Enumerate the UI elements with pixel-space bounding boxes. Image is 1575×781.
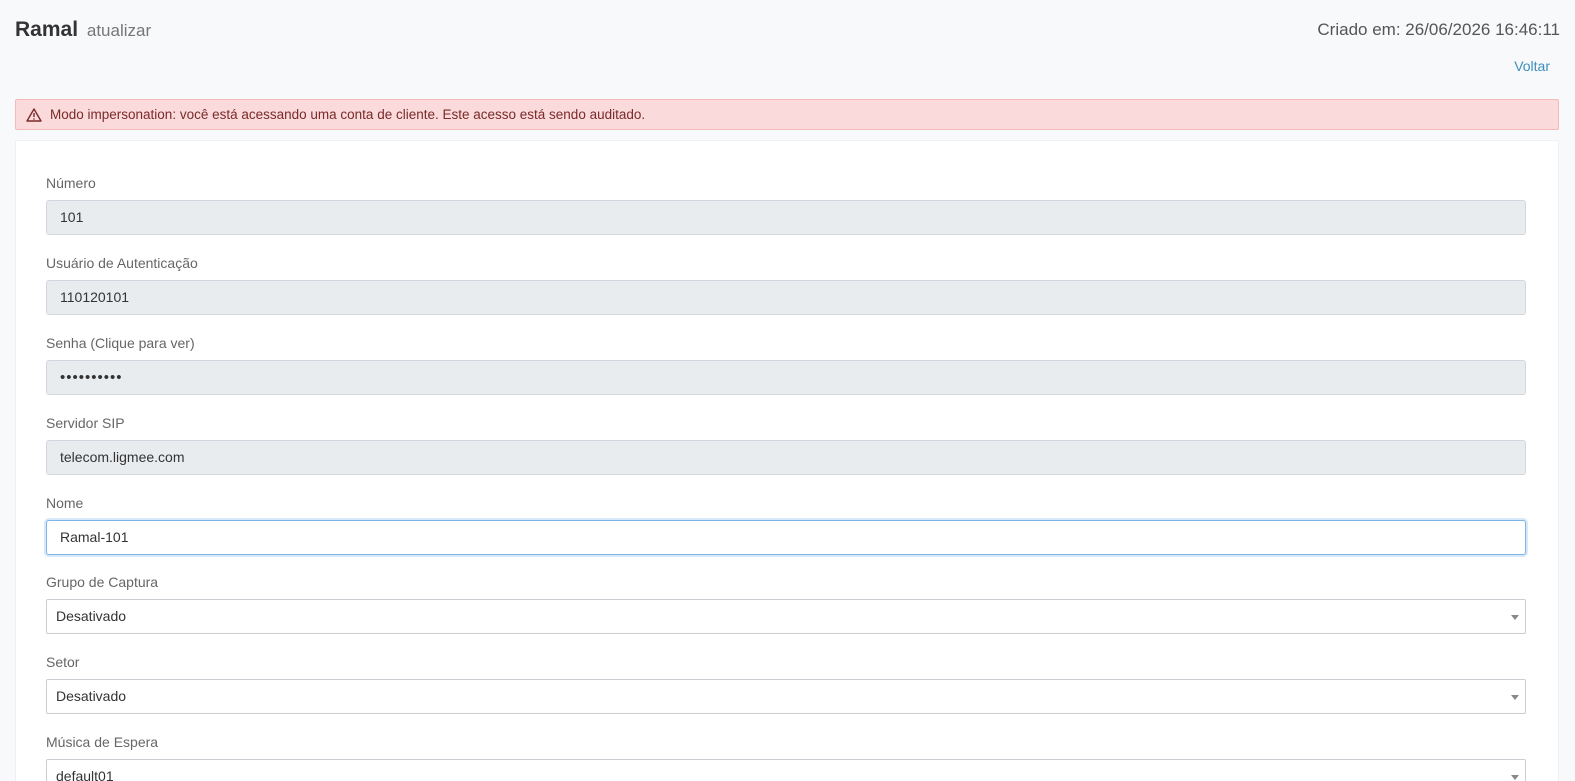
musica-espera-select[interactable]: default01 <box>46 759 1526 781</box>
page-title: Ramal atualizar <box>15 18 151 42</box>
warning-triangle-icon <box>26 107 42 122</box>
field-musica-espera: Música de Espera default01 <box>46 732 1526 781</box>
grupo-captura-value: Desativado <box>56 608 127 624</box>
created-timestamp: Criado em: 26/06/2026 16:46:11 <box>1317 20 1560 39</box>
page-subtitle: atualizar <box>86 21 152 40</box>
usuario-input: 110120101 <box>46 280 1526 315</box>
alert-text: Modo impersonation: você está acessando … <box>50 107 646 122</box>
impersonation-alert: Modo impersonation: você está acessando … <box>15 99 1559 130</box>
numero-input: 101 <box>46 200 1526 235</box>
field-nome: Nome Ramal-101 <box>46 493 1526 555</box>
chevron-down-icon <box>1511 695 1519 700</box>
servidor-input: telecom.ligmee.com <box>46 440 1526 475</box>
page-title-text: Ramal <box>15 18 79 41</box>
field-senha: Senha (Clique para ver) •••••••••• <box>46 333 1526 395</box>
servidor-label: Servidor SIP <box>46 415 125 431</box>
field-usuario: Usuário de Autenticação 110120101 <box>46 253 1526 315</box>
setor-select[interactable]: Desativado <box>46 679 1526 714</box>
grupo-captura-select[interactable]: Desativado <box>46 599 1526 634</box>
back-link[interactable]: Voltar <box>1514 58 1550 74</box>
page-header: Ramal atualizar Criado em: 26/06/2026 16… <box>15 18 1560 88</box>
chevron-down-icon <box>1511 615 1519 620</box>
grupo-captura-label: Grupo de Captura <box>46 574 159 590</box>
musica-espera-label: Música de Espera <box>46 734 159 750</box>
senha-label: Senha (Clique para ver) <box>46 335 195 351</box>
numero-label: Número <box>46 175 96 191</box>
setor-label: Setor <box>46 654 80 670</box>
nome-label: Nome <box>46 495 84 511</box>
senha-input[interactable]: •••••••••• <box>46 360 1526 395</box>
chevron-down-icon <box>1511 775 1519 780</box>
musica-espera-value: default01 <box>56 768 114 781</box>
field-setor: Setor Desativado <box>46 652 1526 714</box>
field-numero: Número 101 <box>46 173 1526 235</box>
setor-value: Desativado <box>56 688 127 704</box>
page: Ramal atualizar Criado em: 26/06/2026 16… <box>0 0 1575 781</box>
field-grupo-captura: Grupo de Captura Desativado <box>46 572 1526 634</box>
field-servidor: Servidor SIP telecom.ligmee.com <box>46 413 1526 475</box>
usuario-label: Usuário de Autenticação <box>46 255 198 271</box>
nome-input[interactable]: Ramal-101 <box>46 520 1526 555</box>
form-card: Número 101 Usuário de Autenticação 11012… <box>15 140 1559 781</box>
